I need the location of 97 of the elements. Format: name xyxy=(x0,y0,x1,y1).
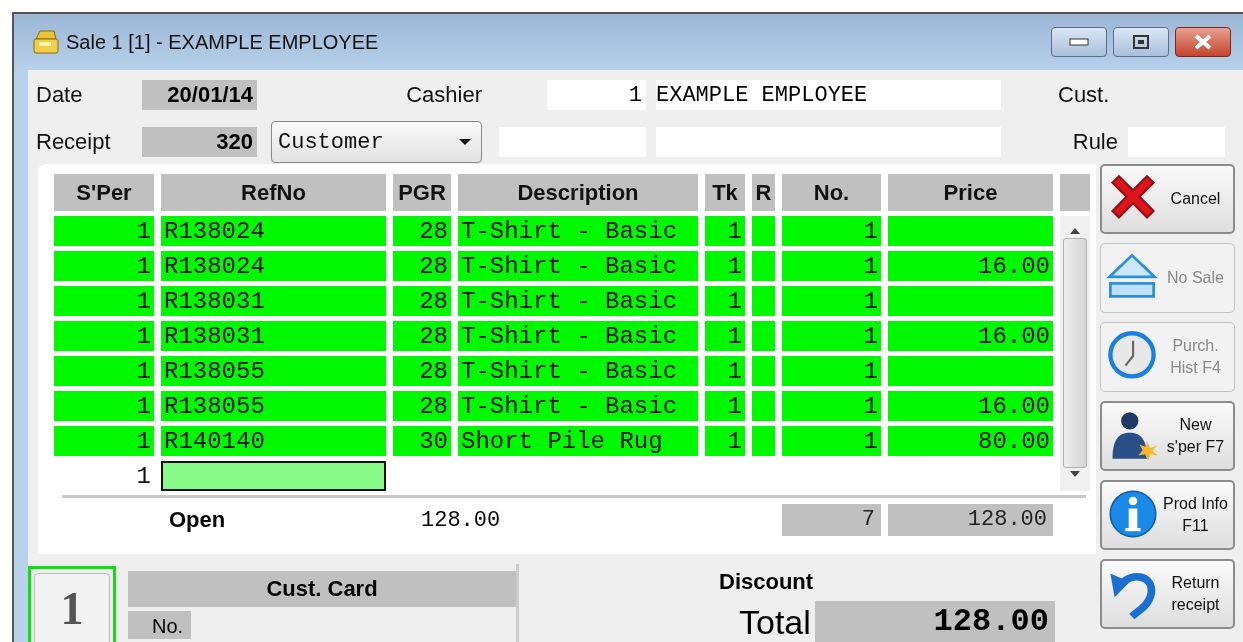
table-cell: 30 xyxy=(393,426,451,456)
table-cell xyxy=(752,286,775,316)
column-header[interactable]: Tk xyxy=(705,174,745,211)
date-field: 20/01/14 xyxy=(142,80,257,110)
open-label: Open xyxy=(168,507,227,533)
table-cell: 1 xyxy=(705,286,745,316)
cust-card-header: Cust. Card xyxy=(128,571,516,607)
table-cell xyxy=(752,216,775,246)
table-cell: T-Shirt - Basic xyxy=(458,251,698,281)
receipt-label: Receipt xyxy=(36,129,112,155)
total-label: Total xyxy=(739,602,811,642)
column-header[interactable]: Description xyxy=(458,174,698,211)
return-button[interactable]: Return receipt xyxy=(1100,559,1235,629)
cashier-label: Cashier xyxy=(405,82,482,108)
caret-icon xyxy=(459,139,471,145)
table-cell: 1 xyxy=(54,251,154,281)
table-cell xyxy=(752,356,775,386)
total-amount: 128.00 xyxy=(814,601,1055,642)
salesperson-button[interactable]: New s'per F7 xyxy=(1100,401,1235,471)
ref-no-input-field[interactable] xyxy=(161,461,386,491)
table-cell: 1 xyxy=(54,356,154,386)
subtotal-amount: 128.00 xyxy=(888,504,1053,536)
table-cell: 1 xyxy=(782,251,881,281)
table-cell: 28 xyxy=(393,286,451,316)
table-cell: T-Shirt - Basic xyxy=(458,391,698,421)
maximize-button[interactable] xyxy=(1113,27,1169,57)
table-cell: T-Shirt - Basic xyxy=(458,286,698,316)
table-cell: 1 xyxy=(782,426,881,456)
table-cell: 16.00 xyxy=(888,251,1053,281)
table-cell: R140140 xyxy=(161,426,386,456)
table-cell: R138055 xyxy=(161,356,386,386)
table-cell: 28 xyxy=(393,251,451,281)
minimize-button[interactable] xyxy=(1051,27,1107,57)
customer-type-dropdown[interactable]: Customer xyxy=(271,121,482,163)
column-header[interactable]: No. xyxy=(782,174,881,211)
table-cell: 1 xyxy=(705,321,745,351)
table-cell xyxy=(752,321,775,351)
discount-label: Discount xyxy=(719,568,815,595)
column-header[interactable]: PGR xyxy=(393,174,451,211)
table-cell: 1 xyxy=(54,391,154,421)
table-cell: R138024 xyxy=(161,251,386,281)
rule-label: Rule xyxy=(1071,129,1119,155)
window-title: Sale 1 [1] - EXAMPLE EMPLOYEE xyxy=(66,30,380,54)
cashier-name-field: EXAMPLE EMPLOYEE xyxy=(656,80,1001,110)
table-cell: 1 xyxy=(782,356,881,386)
table-cell: 1 xyxy=(782,286,881,316)
column-header[interactable]: RefNo xyxy=(161,174,386,211)
table-cell: R138024 xyxy=(161,216,386,246)
card-number-label: No. xyxy=(128,611,192,639)
table-cell: 28 xyxy=(393,321,451,351)
open-amount: 128.00 xyxy=(420,507,502,533)
table-cell: 1 xyxy=(54,426,154,456)
item-count: 7 xyxy=(782,504,881,536)
maximize-icon xyxy=(1133,35,1149,49)
table-cell: 1 xyxy=(782,391,881,421)
column-header[interactable]: Price xyxy=(888,174,1053,211)
table-cell: 16.00 xyxy=(888,321,1053,351)
column-header[interactable]: R xyxy=(752,174,775,211)
table-cell: 1 xyxy=(54,216,154,246)
table-cell xyxy=(752,251,775,281)
scroll-bar[interactable] xyxy=(1060,216,1090,491)
table-cell: 16.00 xyxy=(888,391,1053,421)
close-icon xyxy=(1193,34,1213,50)
table-cell: 1 xyxy=(782,216,881,246)
table-cell: 1 xyxy=(705,251,745,281)
column-header xyxy=(1060,174,1090,211)
table-cell: T-Shirt - Basic xyxy=(458,216,698,246)
customer-label: Cust. xyxy=(1058,82,1111,108)
table-cell: 1 xyxy=(54,286,154,316)
table-cell: T-Shirt - Basic xyxy=(458,356,698,386)
table-cell: 1 xyxy=(782,321,881,351)
table-cell: R138031 xyxy=(161,286,386,316)
table-cell: 28 xyxy=(393,391,451,421)
table-cell: 28 xyxy=(393,356,451,386)
table-cell: 28 xyxy=(393,216,451,246)
table-cell: 1 xyxy=(705,216,745,246)
table-cell: T-Shirt - Basic xyxy=(458,321,698,351)
receipt-field: 320 xyxy=(142,127,257,157)
minimize-icon xyxy=(1069,38,1089,46)
table-cell: 1 xyxy=(54,321,154,351)
table-cell: R138055 xyxy=(161,391,386,421)
table-cell-text: 1 xyxy=(135,461,152,491)
table-cell xyxy=(752,391,775,421)
sale-tab[interactable]: 1 xyxy=(28,566,116,642)
table-cell: 1 xyxy=(705,426,745,456)
table-cell: R138031 xyxy=(161,321,386,351)
table-cell: Short Pile Rug xyxy=(458,426,698,456)
table-cell: 1 xyxy=(705,356,745,386)
column-header[interactable]: S'Per xyxy=(54,174,154,211)
date-label: Date xyxy=(36,82,84,108)
table-cell xyxy=(752,426,775,456)
info-button[interactable]: Prod Info F11 xyxy=(1100,480,1235,550)
table-cell: 1 xyxy=(705,391,745,421)
cashier-number-field: 1 xyxy=(547,80,646,110)
table-cell: 80.00 xyxy=(888,426,1053,456)
cancel-button[interactable]: Cancel xyxy=(1100,164,1235,234)
close-button[interactable] xyxy=(1175,27,1231,57)
